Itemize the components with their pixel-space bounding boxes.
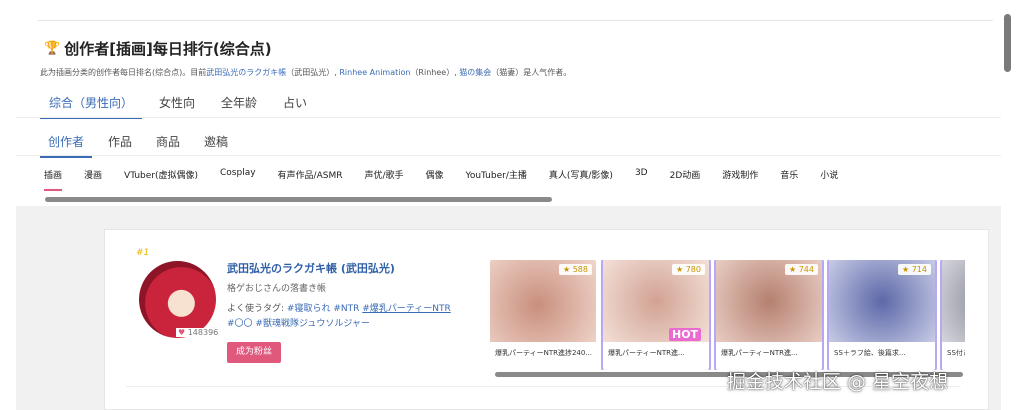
desc-link-creator-1[interactable]: 武田弘光のラクガキ帳 [206, 68, 286, 77]
rank-label: #1 [136, 248, 150, 258]
tab-fortune[interactable]: 占い [274, 92, 316, 119]
creator-subtitle: 格ゲおじさんの落書き帳 [227, 284, 327, 294]
genre-tab-real-person[interactable]: 真人(写真/影像) [549, 168, 613, 191]
trophy-icon: 🏆 [44, 41, 61, 56]
divider [16, 155, 1001, 156]
tab-all-ages[interactable]: 全年龄 [212, 92, 266, 119]
work-like-badge: ★ 744 [785, 264, 818, 275]
genre-tab-game-dev[interactable]: 游戏制作 [722, 168, 758, 191]
type-tabs: 创作者 作品 商品 邀稿 [40, 131, 244, 158]
avatar[interactable] [139, 261, 216, 338]
divider [16, 117, 1001, 118]
top-divider [38, 20, 993, 21]
ranking-description: 此为插画分类的创作者每日排名(综合点)。目前武田弘光のラクガキ帳（武田弘光）, … [40, 67, 571, 78]
work-card[interactable]: ★ 744 爆乳パーティーNTR進... [716, 260, 822, 370]
work-thumbnail [942, 260, 965, 342]
genre-tab-2d-animation[interactable]: 2D动画 [670, 168, 701, 191]
hot-badge: HOT [669, 328, 702, 341]
tab-products[interactable]: 商品 [148, 131, 188, 158]
work-like-badge: ★ 714 [898, 264, 931, 275]
desc-link-creator-2[interactable]: Rinhee Animation [339, 68, 410, 77]
tags-label: よく使うタグ: [227, 304, 285, 314]
creator-name-link[interactable]: 武田弘光のラクガキ帳 (武田弘光) [227, 260, 395, 276]
category-tabs: 综合（男性向） 女性向 全年龄 占い [40, 92, 324, 119]
work-like-badge: ★ 588 [559, 264, 592, 275]
work-title: 爆乳パーティーNTR進捗240... [495, 349, 592, 357]
genre-tab-youtuber[interactable]: YouTuber/主播 [466, 168, 527, 191]
work-like-count: 744 [798, 265, 814, 274]
work-card[interactable]: ★ 714 SS＋ラフ絵、後篇求... [829, 260, 935, 370]
tab-works[interactable]: 作品 [100, 131, 140, 158]
creator-tags: よく使うタグ: #寝取られ #NTR #爆乳パーティーNTR #〇〇 #獣魂戦隊… [227, 302, 477, 332]
work-like-count: 714 [911, 265, 927, 274]
genre-tab-vtuber[interactable]: VTuber(虚拟偶像) [124, 168, 198, 191]
work-like-count: 780 [685, 265, 701, 274]
work-card[interactable]: SS付きラ [942, 260, 965, 370]
page: 🏆 创作者[插画]每日排行(综合点) 此为插画分类的创作者每日排名(综合点)。目… [0, 0, 1027, 410]
work-title: 爆乳パーティーNTR進... [721, 349, 798, 357]
work-like-badge: ★ 780 [672, 264, 705, 275]
tag-link[interactable]: #爆乳パーティーNTR [362, 304, 451, 314]
genre-tab-manga[interactable]: 漫画 [84, 168, 102, 191]
genre-tabs: 插画 漫画 VTuber(虚拟偶像) Cosplay 有声作品/ASMR 声优/… [44, 168, 860, 191]
genre-tab-idol[interactable]: 偶像 [426, 168, 444, 191]
page-scrollbar[interactable] [1004, 14, 1011, 72]
work-title: 爆乳パーティーNTR進... [608, 349, 685, 357]
watermark: 掘金技术社区 @ 星空夜想 [727, 371, 949, 393]
desc-text: （猫妻）是人气作者。 [491, 68, 572, 77]
page-title-text: 创作者[插画]每日排行(综合点) [64, 40, 272, 58]
genre-scrollbar[interactable] [45, 197, 552, 202]
desc-text: （Rinhee）, [410, 68, 457, 77]
page-title: 🏆 创作者[插画]每日排行(综合点) [44, 38, 272, 59]
genre-tab-illustration[interactable]: 插画 [44, 168, 63, 191]
genre-tab-novel[interactable]: 小说 [820, 168, 838, 191]
follow-button[interactable]: 成为粉丝 [227, 342, 282, 363]
genre-tab-voice-actor[interactable]: 声优/歌手 [364, 168, 403, 191]
tag-link[interactable]: #NTR [333, 304, 359, 314]
work-title: SS＋ラフ絵、後篇求... [834, 349, 906, 357]
tab-creators[interactable]: 创作者 [40, 131, 93, 158]
tag-link[interactable]: #寝取られ [287, 304, 331, 314]
work-card[interactable]: ★ 588 爆乳パーティーNTR進捗240... [490, 260, 596, 370]
works-carousel: ★ 588 爆乳パーティーNTR進捗240... ★ 780 HOT 爆乳パーテ… [490, 260, 965, 370]
desc-link-creator-3[interactable]: 猫の集会 [459, 68, 491, 77]
tab-commissions[interactable]: 邀稿 [196, 131, 236, 158]
tab-general-male[interactable]: 综合（男性向） [40, 92, 143, 119]
likes-value: 148396 [187, 328, 219, 337]
heart-icon: ♥ [178, 328, 186, 337]
work-like-count: 588 [572, 265, 588, 274]
likes-count: ♥ 148396 [176, 328, 221, 337]
work-title: SS付きラ [947, 349, 965, 357]
tag-link[interactable]: #〇〇 [227, 319, 253, 329]
tab-female[interactable]: 女性向 [150, 92, 204, 119]
genre-tab-music[interactable]: 音乐 [780, 168, 798, 191]
genre-tab-3d[interactable]: 3D [635, 168, 648, 191]
genre-tab-cosplay[interactable]: Cosplay [220, 168, 256, 191]
desc-text: （武田弘光）, [286, 68, 337, 77]
work-card[interactable]: ★ 780 HOT 爆乳パーティーNTR進... [603, 260, 709, 370]
creator-row: #1 ♥ 148396 武田弘光のラクガキ帳 (武田弘光) 格ゲおじさんの落書き… [126, 232, 965, 387]
desc-text: 此为插画分类的创作者每日排名(综合点)。目前 [40, 68, 207, 77]
genre-tab-asmr[interactable]: 有声作品/ASMR [278, 168, 343, 191]
tag-link[interactable]: #獣魂戦隊ジュウソルジャー [255, 319, 369, 329]
